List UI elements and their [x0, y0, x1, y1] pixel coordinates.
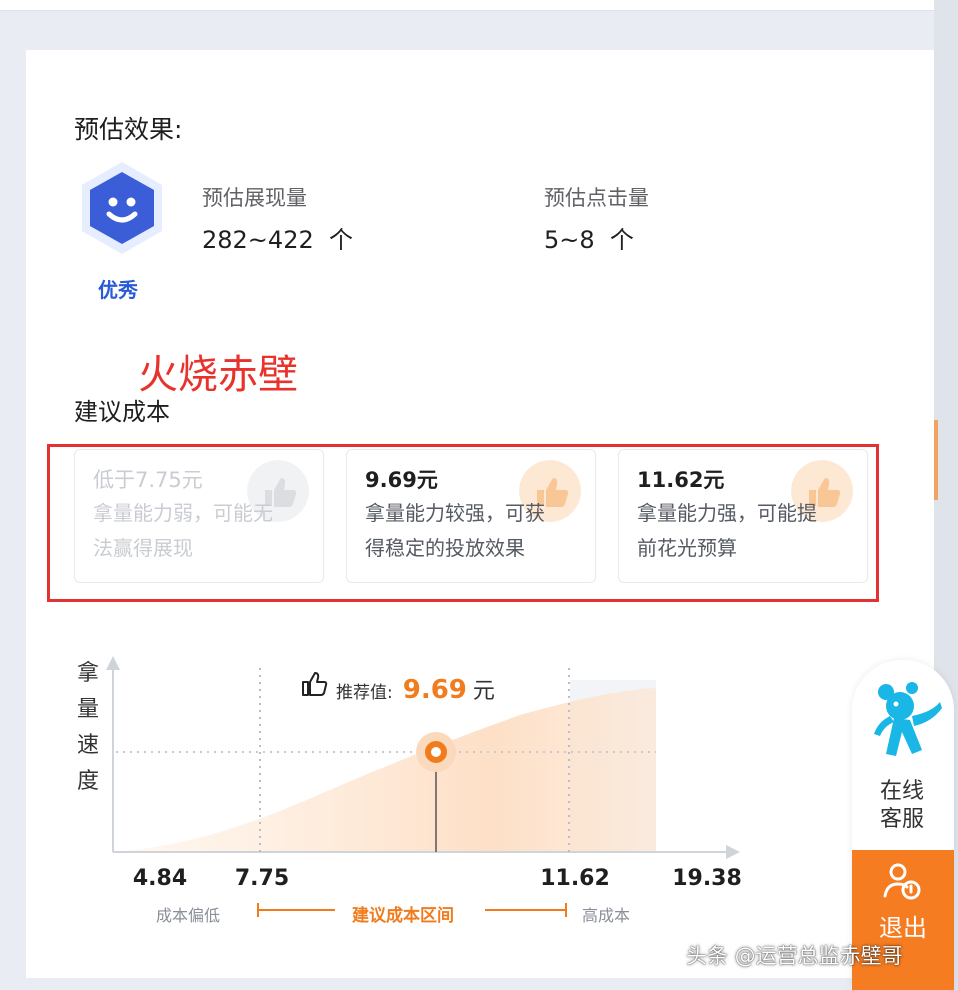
- top-frame-bar: [0, 0, 958, 11]
- y-axis-char: 速: [76, 733, 99, 758]
- recommended-value: 推荐值: 9.69 元: [300, 670, 495, 705]
- impressions-number: 282~422: [202, 226, 314, 254]
- cs-label-line1: 在线: [879, 779, 924, 804]
- cost-option-low[interactable]: 低于7.75元 拿量能力弱，可能无 法赢得展现: [74, 449, 324, 583]
- user-exit-icon: [883, 863, 921, 900]
- high-cost-label: 高成本: [582, 906, 631, 925]
- cs-label-line2: 客服: [879, 807, 924, 832]
- recommended-number: 9.69: [402, 675, 467, 705]
- desc-line: 得稳定的投放效果: [365, 536, 525, 560]
- cost-option-desc: 拿量能力较强，可获 得稳定的投放效果: [365, 496, 577, 566]
- x-tick-label: 19.38: [672, 866, 742, 891]
- impressions-unit: 个: [329, 226, 353, 254]
- estimate-title: 预估效果:: [74, 115, 183, 144]
- desc-line: 前花光预算: [637, 536, 737, 560]
- clicks-value: 5~8 个: [544, 220, 634, 255]
- cost-option-high[interactable]: 11.62元 拿量能力强，可能提 前花光预算: [618, 449, 868, 583]
- x-tick-label: 4.84: [132, 866, 188, 891]
- y-axis-char: 度: [76, 769, 99, 794]
- cost-option-price: 低于7.75元: [93, 468, 203, 492]
- edge-accent: [934, 420, 938, 500]
- recommended-label: 推荐值:: [336, 683, 393, 703]
- x-tick-label: 7.75: [234, 866, 290, 891]
- y-axis-char: 拿: [76, 661, 99, 686]
- clicks-unit: 个: [609, 226, 634, 254]
- cost-option-desc: 拿量能力强，可能提 前花光预算: [637, 496, 849, 566]
- thumbs-up-icon: [302, 672, 328, 696]
- desc-line: 拿量能力弱，可能无: [93, 501, 273, 525]
- suggested-range-label: 建议成本区间: [352, 906, 454, 926]
- rating-label: 优秀: [98, 278, 138, 302]
- y-axis-char: 量: [76, 697, 99, 722]
- desc-line: 拿量能力强，可能提: [637, 501, 817, 525]
- smile-badge-icon: [82, 162, 162, 254]
- mascot-icon: [874, 682, 942, 756]
- exit-label: 退出: [879, 914, 927, 942]
- impressions-label: 预估展现量: [202, 186, 307, 210]
- credit-watermark: 头条 @运营总监赤壁哥: [686, 944, 903, 968]
- desc-line: 法赢得展现: [93, 536, 193, 560]
- cost-option-desc: 拿量能力弱，可能无 法赢得展现: [93, 496, 305, 566]
- clicks-number: 5~8: [544, 226, 595, 254]
- cost-option-price: 11.62元: [637, 468, 725, 492]
- impressions-value: 282~422 个: [202, 220, 353, 255]
- cost-option-price: 9.69元: [365, 468, 438, 492]
- desc-line: 拿量能力较强，可获: [365, 501, 545, 525]
- x-tick-label: 11.62: [540, 866, 610, 891]
- low-cost-label: 成本偏低: [156, 906, 221, 925]
- clicks-label: 预估点击量: [544, 186, 649, 210]
- cost-option-mid[interactable]: 9.69元 拿量能力较强，可获 得稳定的投放效果: [346, 449, 596, 583]
- recommended-unit: 元: [472, 679, 495, 704]
- cost-title: 建议成本: [74, 398, 170, 426]
- y-axis-label: 拿 量 速 度: [74, 656, 102, 800]
